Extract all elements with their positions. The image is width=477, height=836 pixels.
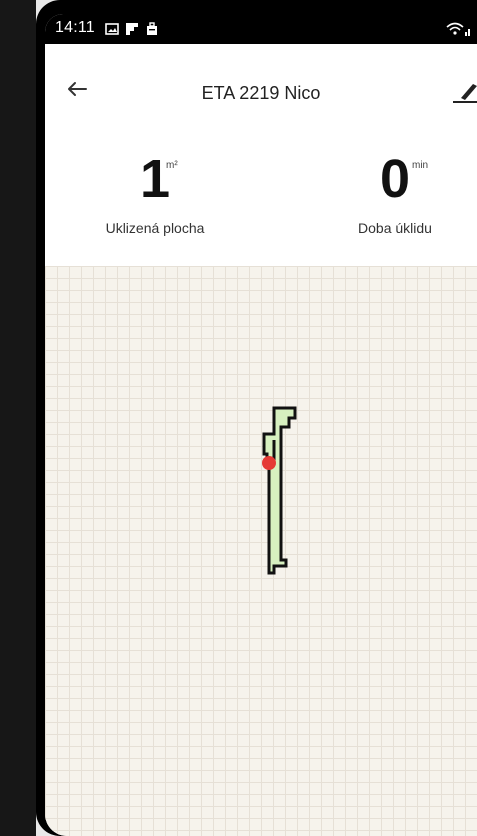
robot-position-icon	[262, 456, 276, 470]
cleaning-time-label: Doba úklidu	[358, 220, 432, 236]
app-bar: ETA 2219 Nico	[45, 44, 477, 130]
signal-icon	[465, 32, 467, 36]
flipboard-icon	[126, 23, 138, 35]
device-bezel	[0, 0, 36, 836]
cleaned-area-unit: m²	[166, 160, 178, 171]
cleaned-area	[262, 406, 297, 575]
cleaned-area-label: Uklizená plocha	[105, 220, 205, 236]
cleaning-map[interactable]	[45, 266, 477, 836]
wifi-icon	[446, 22, 470, 36]
cleaning-time-value: 0	[379, 149, 411, 209]
status-bar: 14:11	[45, 14, 477, 44]
cleaned-area-value: 1	[139, 149, 171, 209]
cleaning-stats: 1 m² Uklizená plocha 0 min Doba úklidu	[45, 130, 477, 266]
edit-pen-icon[interactable]	[449, 76, 477, 106]
image-icon	[105, 23, 119, 35]
map-canvas	[262, 406, 297, 575]
cleaning-time-stat: 0 min Doba úklidu	[315, 148, 475, 236]
cleaned-area-stat: 1 m² Uklizená plocha	[75, 148, 235, 236]
status-time: 14:11	[55, 19, 95, 36]
briefcase-icon	[147, 22, 157, 35]
page-title: ETA 2219 Nico	[201, 83, 321, 103]
app-screen: 14:11 ETA 2219 Nico 1 m² Uklizená plocha…	[45, 14, 477, 836]
cleaning-time-unit: min	[412, 160, 429, 171]
